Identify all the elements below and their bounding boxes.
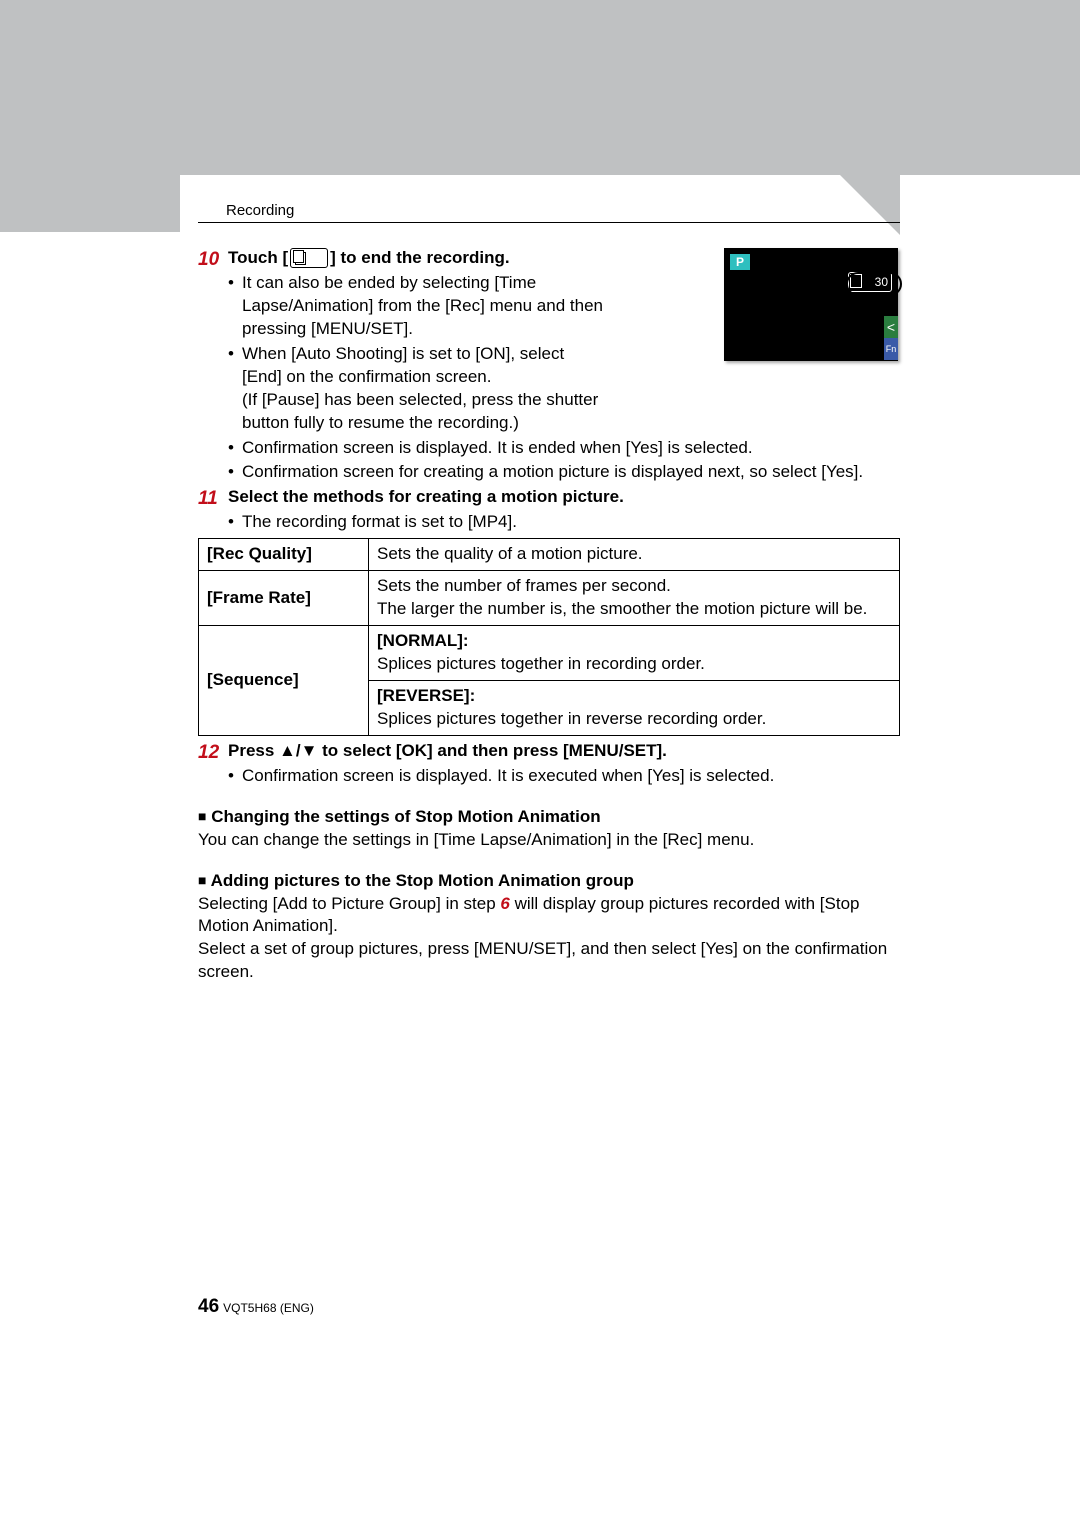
table-row: [Rec Quality] Sets the quality of a moti… xyxy=(199,539,900,571)
breadcrumb: Recording xyxy=(226,201,294,221)
subsection-title: Adding pictures to the Stop Motion Anima… xyxy=(211,871,634,890)
table-row: [Frame Rate] Sets the number of frames p… xyxy=(199,571,900,626)
sequence-reverse-text: Splices pictures together in reverse rec… xyxy=(377,709,766,728)
subsection-heading: ■ Adding pictures to the Stop Motion Ani… xyxy=(198,870,900,893)
document-id: VQT5H68 (ENG) xyxy=(223,1301,314,1315)
bullet-item: When [Auto Shooting] is set to [ON], sel… xyxy=(228,343,603,435)
step-title-text: ] to end the recording. xyxy=(330,248,509,267)
step-number: 12 xyxy=(198,740,219,766)
table-row: [Sequence] [NORMAL]: Splices pictures to… xyxy=(199,626,900,681)
step-number: 11 xyxy=(198,486,218,512)
bullet-item: It can also be ended by selecting [Time … xyxy=(228,272,603,341)
sequence-normal-label: [NORMAL]: xyxy=(377,631,469,650)
step-reference: 6 xyxy=(500,894,509,913)
bullet-item: The recording format is set to [MP4]. xyxy=(228,511,900,534)
table-key: [Sequence] xyxy=(199,626,369,736)
step-title-text: Press ▲/▼ to select [OK] and then press … xyxy=(228,741,667,760)
table-key: [Frame Rate] xyxy=(199,571,369,626)
step-title-text: Touch [ xyxy=(228,248,288,267)
step-title-text: Select the methods for creating a motion… xyxy=(228,487,624,506)
body-text: Select a set of group pictures, press [M… xyxy=(198,938,900,984)
step-12: 12 Press ▲/▼ to select [OK] and then pre… xyxy=(198,740,900,763)
table-value: Sets the number of frames per second. Th… xyxy=(369,571,900,626)
step-11: 11 Select the methods for creating a mot… xyxy=(198,486,900,509)
square-bullet-icon: ■ xyxy=(198,872,206,888)
side-gray-band xyxy=(0,0,180,232)
table-value: [NORMAL]: Splices pictures together in r… xyxy=(369,626,900,681)
step-10: 10 Touch [ ] to end the recording. xyxy=(198,247,900,270)
step-number: 10 xyxy=(198,247,219,273)
body-text: You can change the settings in [Time Lap… xyxy=(198,829,900,852)
subsection-heading: ■ Changing the settings of Stop Motion A… xyxy=(198,806,900,829)
square-bullet-icon: ■ xyxy=(198,808,206,824)
table-value: Sets the quality of a motion picture. xyxy=(369,539,900,571)
bullet-item: Confirmation screen for creating a motio… xyxy=(228,461,900,484)
bullet-item: Confirmation screen is displayed. It is … xyxy=(228,437,900,460)
body-text: Selecting [Add to Picture Group] in step… xyxy=(198,893,900,939)
breadcrumb-underline xyxy=(198,222,900,223)
table-value: [REVERSE]: Splices pictures together in … xyxy=(369,680,900,735)
page-number: 46 xyxy=(198,1296,219,1317)
settings-table: [Rec Quality] Sets the quality of a moti… xyxy=(198,538,900,736)
subsection-title: Changing the settings of Stop Motion Ani… xyxy=(211,807,600,826)
sequence-reverse-label: [REVERSE]: xyxy=(377,686,475,705)
sequence-normal-text: Splices pictures together in recording o… xyxy=(377,654,705,673)
table-key: [Rec Quality] xyxy=(199,539,369,571)
bullet-item: Confirmation screen is displayed. It is … xyxy=(228,765,900,788)
page-corner-fold xyxy=(840,175,900,235)
stopmotion-icon xyxy=(290,248,328,268)
page-footer: 46 VQT5H68 (ENG) xyxy=(198,1294,314,1320)
